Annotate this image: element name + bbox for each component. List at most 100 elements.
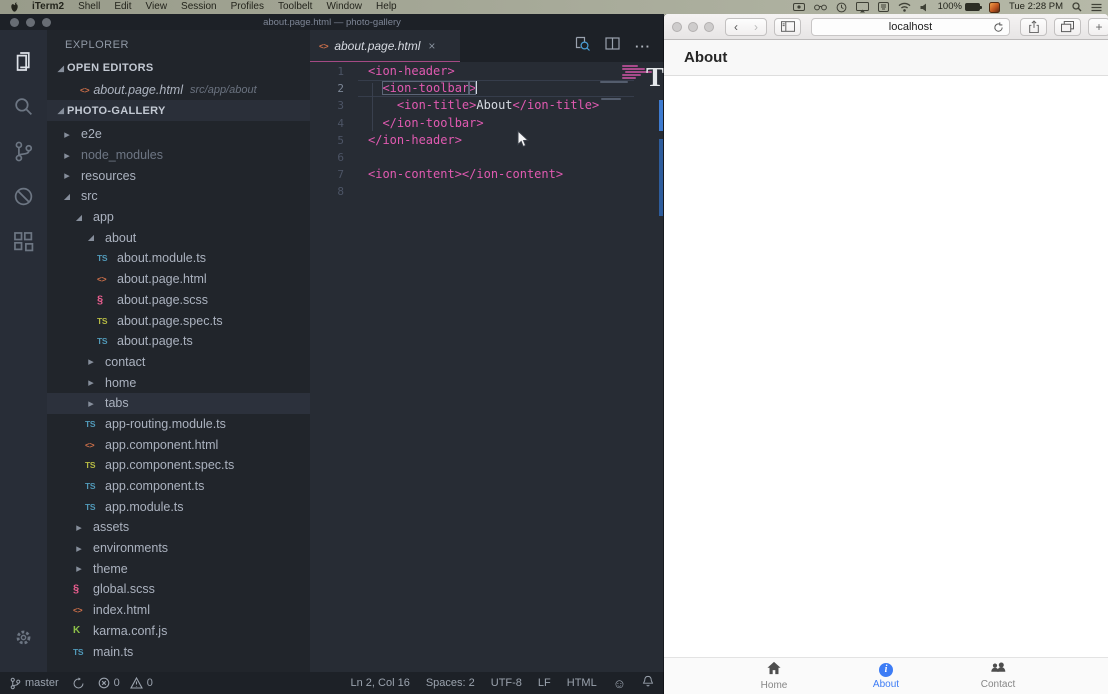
tab-home[interactable]: Home bbox=[718, 658, 830, 694]
search-icon[interactable] bbox=[0, 84, 47, 129]
tree-file-app.module.ts[interactable]: TSapp.module.ts bbox=[47, 496, 310, 517]
menu-profiles[interactable]: Profiles bbox=[224, 1, 271, 12]
tree-file-about.page.html[interactable]: <>about.page.html bbox=[47, 269, 310, 290]
tree-folder-contact[interactable]: ▸contact bbox=[47, 352, 310, 373]
tree-folder-src[interactable]: ◢src bbox=[47, 186, 310, 207]
recorder-app-icon[interactable] bbox=[989, 2, 1000, 13]
explorer-icon[interactable] bbox=[0, 39, 47, 84]
extensions-icon[interactable] bbox=[0, 219, 47, 264]
menu-session[interactable]: Session bbox=[174, 1, 224, 12]
spotlight-icon[interactable] bbox=[1072, 2, 1082, 12]
back-button[interactable]: ‹ bbox=[726, 19, 746, 35]
tab-about-page-html[interactable]: <> about.page.html × bbox=[310, 30, 460, 62]
tree-file-app.component.html[interactable]: <>app.component.html bbox=[47, 434, 310, 455]
encoding-setting[interactable]: UTF-8 bbox=[491, 677, 522, 689]
tree-file-app.component.spec.ts[interactable]: TSapp.component.spec.ts bbox=[47, 455, 310, 476]
tree-file-about.page.spec.ts[interactable]: TSabout.page.spec.ts bbox=[47, 310, 310, 331]
close-window-button[interactable] bbox=[10, 18, 19, 27]
tree-file-global.scss[interactable]: §global.scss bbox=[47, 579, 310, 600]
git-branch-indicator[interactable]: master bbox=[10, 677, 59, 690]
apple-menu-icon[interactable] bbox=[10, 2, 19, 13]
zoom-window-button[interactable] bbox=[42, 18, 51, 27]
vscode-window-controls[interactable] bbox=[10, 18, 51, 27]
tree-folder-home[interactable]: ▸home bbox=[47, 372, 310, 393]
source-control-icon[interactable] bbox=[0, 129, 47, 174]
language-mode[interactable]: HTML bbox=[567, 677, 597, 689]
tab-overview-button[interactable] bbox=[1054, 18, 1081, 36]
tree-folder-node_modules[interactable]: ▸node_modules bbox=[47, 145, 310, 166]
minimize-window-button[interactable] bbox=[26, 18, 35, 27]
input-source-icon[interactable] bbox=[878, 2, 889, 12]
problems-indicator[interactable]: 0 0 bbox=[98, 677, 153, 689]
tree-folder-about[interactable]: ◢about bbox=[47, 227, 310, 248]
cursor-position[interactable]: Ln 2, Col 16 bbox=[351, 677, 410, 689]
code-line-5[interactable]: 5</ion-header> bbox=[310, 132, 664, 149]
tree-file-app-routing.module.ts[interactable]: TSapp-routing.module.ts bbox=[47, 414, 310, 435]
forward-button[interactable]: › bbox=[746, 19, 766, 35]
tree-file-app.component.ts[interactable]: TSapp.component.ts bbox=[47, 476, 310, 497]
sync-button[interactable] bbox=[72, 677, 85, 690]
tree-file-index.html[interactable]: <>index.html bbox=[47, 600, 310, 621]
tree-file-about.module.ts[interactable]: TSabout.module.ts bbox=[47, 248, 310, 269]
tree-folder-environments[interactable]: ▸environments bbox=[47, 538, 310, 559]
tree-file-main.ts[interactable]: TSmain.ts bbox=[47, 641, 310, 662]
menu-iterm2[interactable]: iTerm2 bbox=[25, 1, 71, 12]
project-section-header[interactable]: ◢ PHOTO-GALLERY bbox=[47, 100, 310, 121]
menu-edit[interactable]: Edit bbox=[107, 1, 138, 12]
safari-window-controls[interactable] bbox=[672, 22, 714, 32]
settings-gear-icon[interactable] bbox=[0, 615, 47, 660]
open-editors-section[interactable]: ◢ OPEN EDITORS bbox=[47, 57, 310, 79]
search-editor-icon[interactable] bbox=[575, 36, 590, 56]
tree-folder-app[interactable]: ◢app bbox=[47, 207, 310, 228]
zoom-window-button[interactable] bbox=[704, 22, 714, 32]
menu-toolbelt[interactable]: Toolbelt bbox=[271, 1, 319, 12]
code-line-4[interactable]: 4 </ion-toolbar> bbox=[310, 115, 664, 132]
notifications-bell-icon[interactable] bbox=[642, 675, 654, 691]
code-editor[interactable]: 1<ion-header>2 <ion-toolbar>3 <ion-title… bbox=[310, 62, 664, 672]
code-line-1[interactable]: 1<ion-header> bbox=[310, 63, 664, 80]
menu-shell[interactable]: Shell bbox=[71, 1, 107, 12]
tree-folder-assets[interactable]: ▸assets bbox=[47, 517, 310, 538]
menu-help[interactable]: Help bbox=[369, 1, 404, 12]
tree-folder-theme[interactable]: ▸theme bbox=[47, 558, 310, 579]
eol-setting[interactable]: LF bbox=[538, 677, 551, 689]
airplay-display-icon[interactable] bbox=[856, 2, 869, 13]
address-bar[interactable]: localhost bbox=[811, 18, 1010, 36]
debug-icon[interactable] bbox=[0, 174, 47, 219]
reload-icon[interactable] bbox=[993, 22, 1004, 36]
tree-folder-tabs[interactable]: ▸tabs bbox=[47, 393, 310, 414]
feedback-smiley-icon[interactable]: ☺ bbox=[613, 676, 626, 691]
more-actions-icon[interactable]: ··· bbox=[635, 39, 651, 54]
glasses-icon[interactable] bbox=[814, 3, 827, 11]
menu-window[interactable]: Window bbox=[319, 1, 369, 12]
screen-record-icon[interactable] bbox=[793, 2, 805, 12]
tree-file-about.page.scss[interactable]: §about.page.scss bbox=[47, 290, 310, 311]
code-line-6[interactable]: 6 bbox=[310, 149, 664, 166]
time-machine-icon[interactable] bbox=[836, 2, 847, 13]
open-editor-entry[interactable]: <> about.page.html src/app/about bbox=[47, 79, 310, 100]
close-tab-icon[interactable]: × bbox=[428, 39, 435, 53]
volume-icon[interactable] bbox=[920, 3, 929, 12]
html-file-icon: <> bbox=[85, 440, 94, 450]
tab-about[interactable]: iAbout bbox=[830, 658, 942, 694]
vscode-titlebar[interactable]: about.page.html — photo-gallery bbox=[0, 14, 664, 30]
wifi-icon[interactable] bbox=[898, 2, 911, 12]
battery-indicator[interactable]: 100% bbox=[938, 0, 980, 14]
minimize-window-button[interactable] bbox=[688, 22, 698, 32]
tree-folder-e2e[interactable]: ▸e2e bbox=[47, 124, 310, 145]
split-editor-icon[interactable] bbox=[605, 37, 620, 55]
share-button[interactable] bbox=[1020, 18, 1047, 36]
notification-center-icon[interactable] bbox=[1091, 3, 1102, 12]
new-tab-button[interactable]: + bbox=[1088, 18, 1108, 36]
code-line-7[interactable]: 7<ion-content></ion-content> bbox=[310, 166, 664, 183]
menubar-clock[interactable]: Tue 2:28 PM bbox=[1009, 0, 1063, 14]
tree-folder-resources[interactable]: ▸resources bbox=[47, 165, 310, 186]
code-line-8[interactable]: 8 bbox=[310, 183, 664, 200]
indentation-setting[interactable]: Spaces: 2 bbox=[426, 677, 475, 689]
sidebar-toggle-button[interactable] bbox=[774, 18, 801, 36]
tree-file-about.page.ts[interactable]: TSabout.page.ts bbox=[47, 331, 310, 352]
tree-file-karma.conf.js[interactable]: Kkarma.conf.js bbox=[47, 621, 310, 642]
close-window-button[interactable] bbox=[672, 22, 682, 32]
tab-contact[interactable]: Contact bbox=[942, 658, 1054, 694]
menu-view[interactable]: View bbox=[139, 1, 175, 12]
